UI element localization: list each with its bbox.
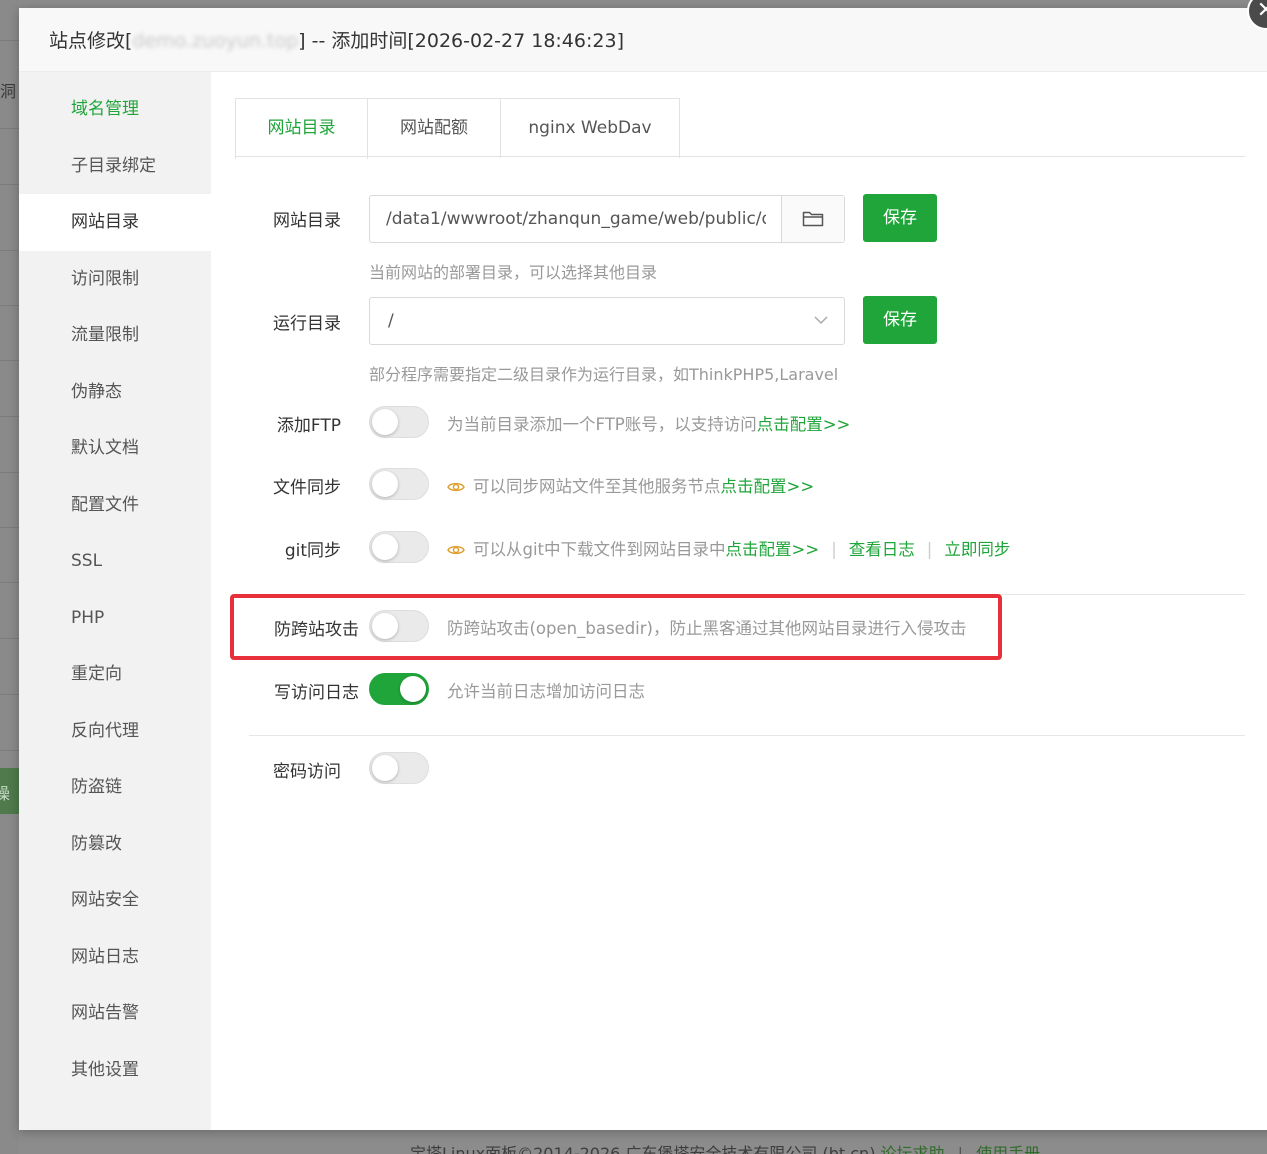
password-access-toggle[interactable] — [369, 752, 429, 784]
ftp-label: 添加FTP — [276, 416, 341, 436]
sidebar-item-ssl[interactable]: SSL — [19, 533, 211, 590]
sidebar-item-reverse-proxy[interactable]: 反向代理 — [19, 703, 211, 760]
git-sync-desc: 可以从git中下载文件到网站目录中点击配置>> | 查看日志 | 立即同步 — [447, 536, 1010, 560]
site-dir-value: /data1/wwwroot/zhanqun_game/web/public/d… — [386, 209, 766, 229]
bg-divider — [0, 184, 19, 185]
git-sync-label: git同步 — [284, 541, 341, 561]
git-sync-desc-text: 可以从git中下载文件到网站目录中 — [473, 540, 726, 559]
background-page: 洞 操 — [0, 0, 19, 1154]
git-sync-toggle[interactable] — [369, 531, 429, 563]
bg-divider — [0, 582, 19, 583]
dialog-title-masked-domain: demo.zuoyun.top — [132, 30, 299, 52]
access-log-toggle[interactable] — [369, 673, 429, 705]
file-sync-config-link[interactable]: 点击配置>> — [721, 477, 815, 496]
site-dir-input[interactable]: /data1/wwwroot/zhanqun_game/web/public/d… — [369, 195, 845, 243]
sidebar-item-default-doc[interactable]: 默认文档 — [19, 420, 211, 477]
sidebar-item-hotlink[interactable]: 防盗链 — [19, 759, 211, 816]
bg-divider — [0, 360, 19, 361]
ftp-toggle[interactable] — [369, 406, 429, 438]
bg-left-char: 洞 — [0, 82, 17, 101]
sidebar-item-access-limit[interactable]: 访问限制 — [19, 251, 211, 308]
bg-divider — [0, 472, 19, 473]
ftp-config-link[interactable]: 点击配置>> — [757, 415, 851, 434]
bg-divider — [0, 694, 19, 695]
bg-divider — [0, 416, 19, 417]
file-sync-toggle[interactable] — [369, 468, 429, 500]
bg-divider — [0, 750, 19, 751]
git-sync-now-link[interactable]: 立即同步 — [944, 540, 1010, 559]
bg-divider — [0, 527, 19, 528]
sidebar-item-site-dir[interactable]: 网站目录 — [19, 194, 211, 251]
tab-underline — [235, 156, 1245, 157]
sidebar-item-domain[interactable]: 域名管理 — [19, 81, 211, 138]
sidebar-item-redirect[interactable]: 重定向 — [19, 646, 211, 703]
highlight-box — [230, 594, 1002, 660]
git-view-log-link[interactable]: 查看日志 — [849, 540, 915, 559]
ftp-desc-text: 为当前目录添加一个FTP账号，以支持访问 — [447, 415, 757, 434]
bg-action-button: 操 — [0, 768, 19, 814]
bg-action-button-label: 操 — [0, 784, 11, 803]
file-sync-desc-text: 可以同步网站文件至其他服务节点 — [473, 477, 721, 496]
site-dir-label: 网站目录 — [273, 211, 341, 231]
bg-divider — [0, 128, 19, 129]
section-divider — [249, 735, 1245, 736]
file-sync-desc: 可以同步网站文件至其他服务节点点击配置>> — [447, 473, 814, 497]
folder-icon[interactable] — [781, 196, 844, 242]
file-sync-label: 文件同步 — [273, 478, 341, 498]
run-dir-select[interactable]: / — [369, 297, 845, 345]
bg-divider — [0, 250, 19, 251]
dialog-title: 站点修改[demo.zuoyun.top] -- 添加时间[2026-02-27… — [49, 26, 624, 53]
run-dir-value: / — [388, 311, 394, 331]
sidebar-item-site-log[interactable]: 网站日志 — [19, 929, 211, 986]
bg-footer-text: 宝塔Linux面板©2014-2026 广东堡塔安全技术有限公司 (bt.cn) — [410, 1144, 876, 1154]
password-access-label: 密码访问 — [273, 762, 341, 782]
eye-icon — [447, 545, 465, 555]
access-log-label: 写访问日志 — [274, 683, 359, 703]
tab-site-dir[interactable]: 网站目录 — [235, 98, 368, 159]
site-dir-hint: 当前网站的部署目录，可以选择其他目录 — [369, 263, 658, 282]
bg-footer-link-forum: 论坛求助 — [880, 1144, 945, 1154]
bg-footer-link-manual: 使用手册 — [976, 1144, 1041, 1154]
toggle-knob — [372, 471, 398, 497]
sidebar-item-rewrite[interactable]: 伪静态 — [19, 364, 211, 421]
tab-site-quota[interactable]: 网站配额 — [367, 98, 501, 158]
bg-divider — [0, 638, 19, 639]
sidebar-item-subdir[interactable]: 子目录绑定 — [19, 138, 211, 195]
site-edit-dialog: 站点修改[demo.zuoyun.top] -- 添加时间[2026-02-27… — [19, 8, 1267, 1130]
sidebar-item-other-settings[interactable]: 其他设置 — [19, 1042, 211, 1099]
dialog-title-prefix: 站点修改[ — [49, 30, 133, 52]
run-dir-label: 运行目录 — [273, 314, 341, 334]
run-dir-hint: 部分程序需要指定二级目录作为运行目录，如ThinkPHP5,Laravel — [369, 365, 839, 384]
toggle-knob — [372, 755, 398, 781]
access-log-desc: 允许当前日志增加访问日志 — [447, 682, 645, 701]
save-site-dir-button[interactable]: 保存 — [863, 194, 937, 242]
toggle-knob — [400, 676, 426, 702]
dialog-title-suffix: ] -- 添加时间[2026-02-27 18:46:23] — [298, 30, 624, 52]
chevron-down-icon — [814, 316, 828, 325]
settings-sidebar: 域名管理 子目录绑定 网站目录 访问限制 流量限制 伪静态 默认文档 配置文件 SSL PHP 重定… — [19, 72, 211, 1130]
settings-content: 网站目录 网站配额 nginx WebDav 网站目录 /data1/wwwro… — [211, 72, 1267, 1130]
sidebar-item-traffic-limit[interactable]: 流量限制 — [19, 307, 211, 364]
toggle-knob — [372, 409, 398, 435]
ftp-desc: 为当前目录添加一个FTP账号，以支持访问点击配置>> — [447, 411, 850, 435]
sidebar-item-config-file[interactable]: 配置文件 — [19, 477, 211, 534]
sidebar-item-site-security[interactable]: 网站安全 — [19, 872, 211, 929]
eye-icon — [447, 482, 465, 492]
tab-nginx-webdav[interactable]: nginx WebDav — [500, 98, 680, 158]
toggle-knob — [372, 534, 398, 560]
sidebar-item-php[interactable]: PHP — [19, 590, 211, 647]
sidebar-item-site-alert[interactable]: 网站告警 — [19, 985, 211, 1042]
save-run-dir-button[interactable]: 保存 — [863, 296, 937, 344]
bg-divider — [0, 305, 19, 306]
git-sync-config-link[interactable]: 点击配置>> — [726, 540, 820, 559]
dialog-header: 站点修改[demo.zuoyun.top] -- 添加时间[2026-02-27… — [19, 8, 1267, 72]
bg-divider — [0, 40, 19, 41]
sidebar-item-tamper[interactable]: 防篡改 — [19, 816, 211, 873]
bg-footer: 宝塔Linux面板©2014-2026 广东堡塔安全技术有限公司 (bt.cn)… — [410, 1140, 1040, 1154]
